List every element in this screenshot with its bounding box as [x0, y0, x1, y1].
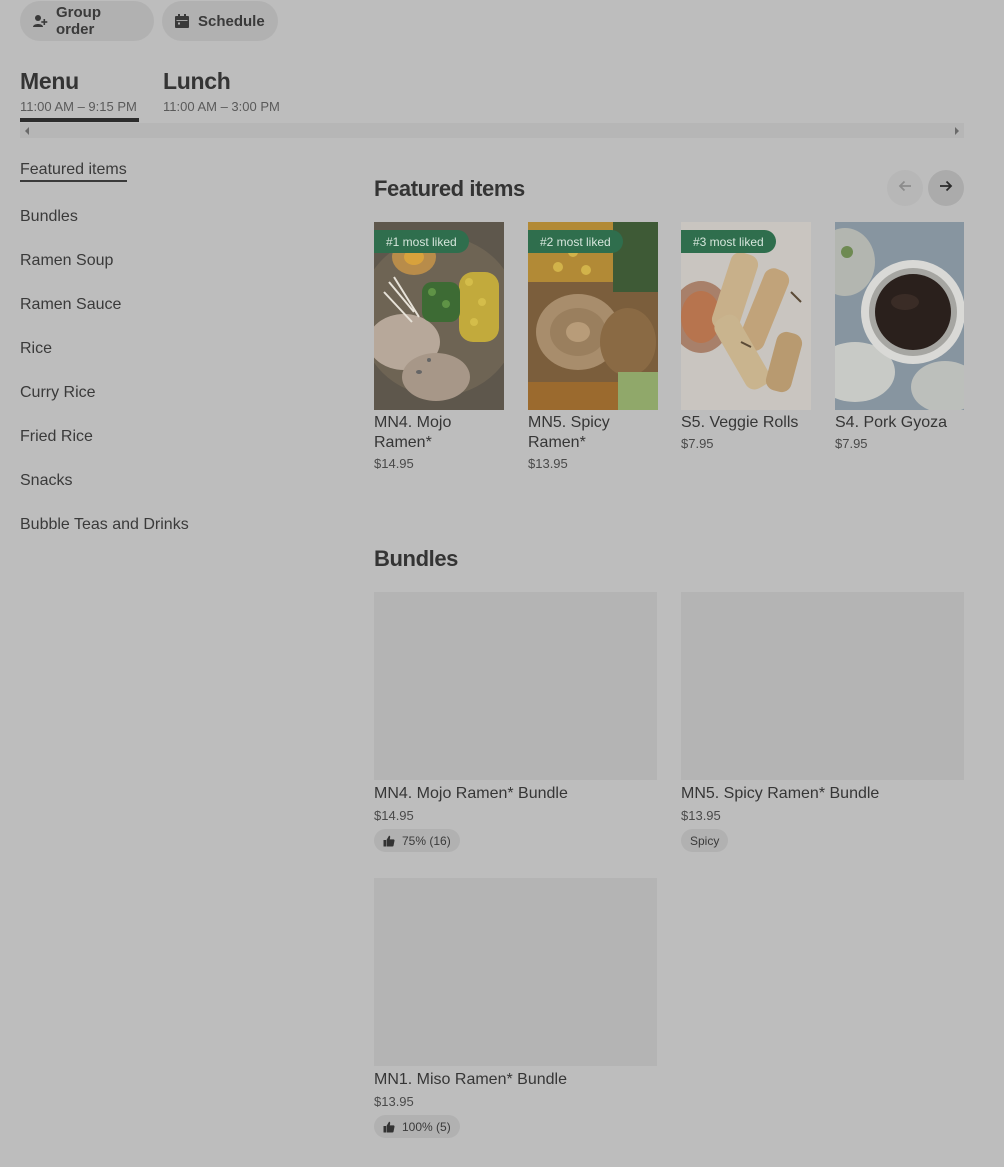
- featured-items-heading: Featured items: [374, 176, 525, 201]
- featured-item-card[interactable]: #2 most liked MN5. Spicy Ramen* $13.95: [528, 222, 658, 471]
- schedule-button[interactable]: Schedule: [162, 1, 278, 41]
- arrow-left-icon: [897, 178, 913, 199]
- tab-lunch[interactable]: Lunch 11:00 AM – 3:00 PM: [163, 68, 280, 114]
- sidebar-item-featured-items[interactable]: Featured items: [20, 161, 127, 182]
- sidebar-item-snacks[interactable]: Snacks: [20, 472, 72, 490]
- horizontal-scrollbar[interactable]: [20, 123, 964, 138]
- most-liked-badge: #2 most liked: [528, 230, 623, 253]
- item-price: $13.95: [681, 808, 721, 823]
- thumbs-up-icon: [383, 835, 395, 847]
- bundle-item-card[interactable]: MN4. Mojo Ramen* Bundle $14.95 75% (16): [374, 592, 657, 852]
- item-price: $14.95: [374, 456, 414, 471]
- tab-lunch-title: Lunch: [163, 68, 231, 94]
- item-name: MN4. Mojo Ramen*: [374, 414, 452, 451]
- sidebar-item-curry-rice[interactable]: Curry Rice: [20, 384, 96, 402]
- item-price: $7.95: [681, 436, 714, 451]
- carousel-next-button[interactable]: [928, 170, 964, 206]
- item-image[interactable]: [835, 222, 964, 410]
- item-image[interactable]: #3 most liked: [681, 222, 811, 410]
- item-name: MN4. Mojo Ramen* Bundle: [374, 785, 568, 802]
- calendar-icon: [174, 13, 190, 29]
- item-name: MN5. Spicy Ramen* Bundle: [681, 785, 880, 802]
- featured-item-card[interactable]: #1 most liked MN4. Mojo Ramen* $14.95: [374, 222, 504, 471]
- scroll-right-icon[interactable]: [955, 127, 959, 135]
- carousel-prev-button[interactable]: [887, 170, 923, 206]
- scroll-left-icon[interactable]: [25, 127, 29, 135]
- item-price: $7.95: [835, 436, 868, 451]
- bundles-heading: Bundles: [374, 546, 458, 571]
- rating-value: 75% (16): [402, 833, 451, 848]
- bundle-item-card[interactable]: MN1. Miso Ramen* Bundle $13.95 100% (5): [374, 878, 657, 1138]
- most-liked-badge: #1 most liked: [374, 230, 469, 253]
- tab-menu-hours: 11:00 AM – 9:15 PM: [20, 99, 137, 114]
- featured-item-card[interactable]: #3 most liked S5. Veggie Rolls $7.95: [681, 222, 811, 451]
- item-name: S4. Pork Gyoza: [835, 414, 948, 431]
- group-order-label: Group order: [56, 4, 101, 38]
- rating-value: 100% (5): [402, 1119, 451, 1134]
- add-person-icon: [32, 13, 48, 29]
- item-name: S5. Veggie Rolls: [681, 414, 799, 431]
- item-name: MN1. Miso Ramen* Bundle: [374, 1071, 567, 1088]
- item-image-placeholder[interactable]: [374, 592, 657, 780]
- sidebar-item-rice[interactable]: Rice: [20, 340, 52, 358]
- featured-item-card[interactable]: S4. Pork Gyoza $7.95: [835, 222, 964, 451]
- rating-chip: 75% (16): [374, 829, 460, 852]
- item-price: $13.95: [528, 456, 568, 471]
- item-image-placeholder[interactable]: [374, 878, 657, 1066]
- active-tab-indicator: [20, 118, 139, 122]
- sidebar-item-fried-rice[interactable]: Fried Rice: [20, 428, 93, 446]
- item-image[interactable]: #1 most liked: [374, 222, 504, 410]
- item-price: $14.95: [374, 808, 414, 823]
- bundle-item-card[interactable]: MN5. Spicy Ramen* Bundle $13.95 Spicy: [681, 592, 964, 852]
- tab-menu[interactable]: Menu 11:00 AM – 9:15 PM: [20, 68, 137, 114]
- arrow-right-icon: [938, 178, 954, 199]
- sidebar-item-bundles[interactable]: Bundles: [20, 208, 78, 226]
- rating-chip: 100% (5): [374, 1115, 460, 1138]
- sidebar-item-bubble-teas-and-drinks[interactable]: Bubble Teas and Drinks: [20, 516, 189, 534]
- most-liked-badge: #3 most liked: [681, 230, 776, 253]
- item-name: MN5. Spicy Ramen*: [528, 414, 610, 451]
- sidebar-item-ramen-soup[interactable]: Ramen Soup: [20, 252, 113, 270]
- spicy-tag: Spicy: [681, 829, 729, 852]
- tab-lunch-hours: 11:00 AM – 3:00 PM: [163, 99, 280, 114]
- thumbs-up-icon: [383, 1121, 395, 1133]
- item-image[interactable]: #2 most liked: [528, 222, 658, 410]
- tab-menu-title: Menu: [20, 68, 79, 94]
- group-order-button[interactable]: Group order: [20, 1, 154, 41]
- schedule-label: Schedule: [198, 12, 265, 30]
- item-price: $13.95: [374, 1094, 414, 1109]
- item-image-placeholder[interactable]: [681, 592, 964, 780]
- sidebar-item-ramen-sauce[interactable]: Ramen Sauce: [20, 296, 121, 314]
